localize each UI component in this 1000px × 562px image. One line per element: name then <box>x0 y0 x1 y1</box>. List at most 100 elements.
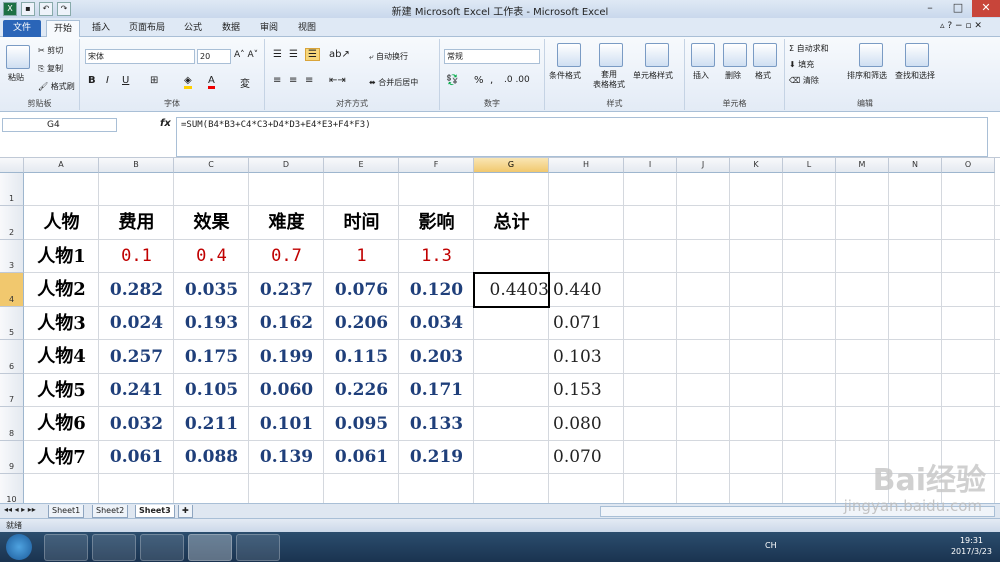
fill-color-icon[interactable]: ◈ <box>184 75 192 89</box>
person-name-cell[interactable]: 人物2 <box>24 273 99 307</box>
value-cell[interactable]: 0.061 <box>324 441 399 474</box>
paste-button[interactable]: 粘贴 <box>8 72 24 83</box>
bold-button[interactable]: B <box>88 75 96 86</box>
column-header-M[interactable]: M <box>836 158 889 173</box>
column-header-G[interactable]: G <box>474 158 549 173</box>
language-indicator[interactable]: CH <box>765 541 777 550</box>
person-name-cell[interactable]: 人物5 <box>24 374 99 407</box>
percent-button[interactable]: % <box>474 75 484 86</box>
person-name-cell[interactable]: 人物4 <box>24 340 99 374</box>
row-header-6[interactable]: 6 <box>0 340 24 374</box>
spreadsheet-grid[interactable]: ABCDEFGHIJKLMNO 1 2 3 4 5 6 7 8 9 10 人物 费用 效果 难度 时间 影响… <box>0 158 1000 503</box>
row-header-2[interactable]: 2 <box>0 206 24 240</box>
sheet-nav-icon[interactable]: ◂◂ ◂ ▸ ▸▸ <box>4 505 36 514</box>
comma-button[interactable]: , <box>490 75 493 86</box>
align-top-icon[interactable]: ☰ <box>273 49 282 60</box>
column-header-O[interactable]: O <box>942 158 995 173</box>
column-header-L[interactable]: L <box>783 158 836 173</box>
maximize-icon[interactable]: □ <box>944 0 972 17</box>
table-header-cell[interactable]: 效果 <box>174 206 249 240</box>
row-header-8[interactable]: 8 <box>0 407 24 441</box>
cell-styles-button[interactable]: 单元格样式 <box>633 70 673 81</box>
align-middle-icon[interactable]: ☰ <box>289 49 298 60</box>
file-explorer-icon[interactable] <box>140 534 184 561</box>
value-cell[interactable]: 0.257 <box>99 340 174 374</box>
sort-filter-button[interactable]: 排序和筛选 <box>847 70 887 81</box>
value-cell[interactable]: 0.241 <box>99 374 174 407</box>
row-header-5[interactable]: 5 <box>0 307 24 340</box>
tab-data[interactable]: 数据 <box>214 20 248 37</box>
clock[interactable]: 19:31 2017/3/23 <box>951 535 992 557</box>
table-header-cell[interactable]: 费用 <box>99 206 174 240</box>
column-header-B[interactable]: B <box>99 158 174 173</box>
result-cell[interactable]: 0.070 <box>549 441 624 474</box>
weight-cell[interactable]: 0.4 <box>174 240 249 273</box>
weight-cell[interactable]: 0.1 <box>99 240 174 273</box>
value-cell[interactable]: 0.034 <box>399 307 474 340</box>
table-header-cell[interactable]: 难度 <box>249 206 324 240</box>
table-header-cell[interactable]: 总计 <box>474 206 549 240</box>
result-cell[interactable]: 0.080 <box>549 407 624 441</box>
value-cell[interactable]: 0.193 <box>174 307 249 340</box>
tab-review[interactable]: 审阅 <box>252 20 286 37</box>
column-header-D[interactable]: D <box>249 158 324 173</box>
font-grow-icon[interactable]: A˄ A˅ <box>234 50 258 60</box>
value-cell[interactable]: 0.060 <box>249 374 324 407</box>
value-cell[interactable]: 0.035 <box>174 273 249 307</box>
format-cells-button[interactable]: 格式 <box>755 70 771 81</box>
currency-icon[interactable]: 💱 <box>446 75 458 86</box>
italic-button[interactable]: I <box>106 75 109 86</box>
value-cell[interactable]: 0.120 <box>399 273 474 307</box>
tab-view[interactable]: 视图 <box>290 20 324 37</box>
format-cells-icon[interactable] <box>753 43 777 67</box>
column-header-F[interactable]: F <box>399 158 474 173</box>
font-size-select[interactable]: 20 <box>197 49 231 64</box>
decimal-icon[interactable]: .0 .00 <box>504 75 530 85</box>
value-cell[interactable]: 0.211 <box>174 407 249 441</box>
copy-button[interactable]: ⎘ 复制 <box>38 63 63 74</box>
indent-icon[interactable]: ⇤⇥ <box>329 75 346 86</box>
orientation-icon[interactable]: ab↗ <box>329 49 350 60</box>
value-cell[interactable]: 0.219 <box>399 441 474 474</box>
result-cell[interactable]: 0.440 <box>549 273 624 307</box>
table-header-cell[interactable]: 人物 <box>24 206 99 240</box>
autosum-button[interactable]: Σ 自动求和 <box>789 43 829 54</box>
row-header-3[interactable]: 3 <box>0 240 24 273</box>
table-format-button[interactable]: 套用 表格格式 <box>593 70 625 90</box>
weight-cell[interactable]: 1.3 <box>399 240 474 273</box>
value-cell[interactable]: 0.076 <box>324 273 399 307</box>
excel-taskbar-icon[interactable] <box>188 534 232 561</box>
value-cell[interactable]: 0.162 <box>249 307 324 340</box>
person-name-cell[interactable]: 人物3 <box>24 307 99 340</box>
sheet-tab-3[interactable]: Sheet3 <box>135 505 175 518</box>
person-name-cell[interactable]: 人物1 <box>24 240 99 273</box>
result-cell[interactable]: 0.071 <box>549 307 624 340</box>
fill-button[interactable]: ⬇ 填充 <box>789 59 814 70</box>
underline-button[interactable]: U <box>122 75 129 86</box>
align-center-icon[interactable]: ≡ <box>289 75 297 86</box>
tab-file[interactable]: 文件 <box>3 20 41 37</box>
minimize-icon[interactable]: – <box>916 0 944 17</box>
person-name-cell[interactable]: 人物6 <box>24 407 99 441</box>
row-header-1[interactable]: 1 <box>0 173 24 206</box>
merge-center-button[interactable]: ⬌ 合并后居中 <box>369 77 418 88</box>
conditional-format-button[interactable]: 条件格式 <box>549 70 581 81</box>
border-icon[interactable]: ⊞ <box>150 75 158 86</box>
value-cell[interactable]: 0.115 <box>324 340 399 374</box>
value-cell[interactable]: 0.199 <box>249 340 324 374</box>
value-cell[interactable]: 0.282 <box>99 273 174 307</box>
column-header-A[interactable]: A <box>24 158 99 173</box>
column-header-C[interactable]: C <box>174 158 249 173</box>
font-name-select[interactable]: 宋体 <box>85 49 195 64</box>
font-color-icon[interactable]: A <box>208 75 215 89</box>
value-cell[interactable]: 0.133 <box>399 407 474 441</box>
conditional-format-icon[interactable] <box>557 43 581 67</box>
formula-input[interactable]: =SUM(B4*B3+C4*C3+D4*D3+E4*E3+F4*F3) <box>176 117 988 157</box>
phonetic-icon[interactable]: 変 <box>240 75 250 90</box>
insert-cells-button[interactable]: 插入 <box>693 70 709 81</box>
tab-formulas[interactable]: 公式 <box>176 20 210 37</box>
insert-cells-icon[interactable] <box>691 43 715 67</box>
row-header-10[interactable]: 10 <box>0 474 24 503</box>
value-cell[interactable]: 0.175 <box>174 340 249 374</box>
person-name-cell[interactable]: 人物7 <box>24 441 99 474</box>
